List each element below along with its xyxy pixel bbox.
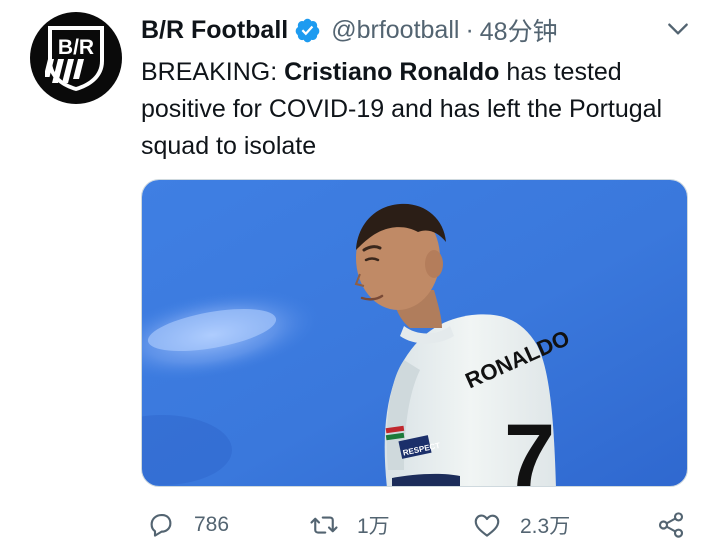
- like-icon: [474, 514, 500, 537]
- tweet-actions: 786 1万 2.3万: [0, 505, 720, 545]
- tweet-body: BREAKING: Cristiano Ronaldo has tested p…: [141, 54, 701, 165]
- verified-badge-icon: [295, 18, 320, 42]
- tweet-timestamp[interactable]: 48分钟: [480, 12, 558, 48]
- author-avatar[interactable]: B/R: [30, 12, 122, 104]
- tweet-photo[interactable]: RESPECT RONALDO 7: [141, 179, 688, 487]
- header-separator: ·: [465, 15, 474, 44]
- author-display-name[interactable]: B/R Football: [141, 16, 288, 45]
- reply-icon: [150, 513, 172, 537]
- tweet-text-prefix: BREAKING:: [141, 58, 285, 86]
- share-button[interactable]: [656, 505, 686, 545]
- retweet-button[interactable]: 1万: [309, 505, 390, 545]
- like-count: 2.3万: [520, 515, 571, 538]
- retweet-icon: [310, 516, 338, 534]
- retweet-count: 1万: [357, 515, 390, 538]
- reply-count: 786: [194, 513, 230, 536]
- share-icon: [658, 512, 684, 538]
- avatar-logo-text: B/R: [58, 36, 94, 59]
- jersey-number: 7: [504, 406, 555, 487]
- ronaldo-photo: RESPECT RONALDO 7: [142, 180, 687, 487]
- tweet-header: B/R Football @brfootball · 48分钟: [141, 13, 558, 47]
- author-handle[interactable]: @brfootball: [331, 16, 459, 45]
- like-button[interactable]: 2.3万: [472, 505, 570, 545]
- chevron-down-icon[interactable]: [665, 16, 691, 42]
- bleacher-report-logo: B/R: [45, 26, 104, 91]
- tweet-text-mention: Cristiano Ronaldo: [284, 58, 500, 86]
- reply-button[interactable]: 786: [146, 505, 229, 545]
